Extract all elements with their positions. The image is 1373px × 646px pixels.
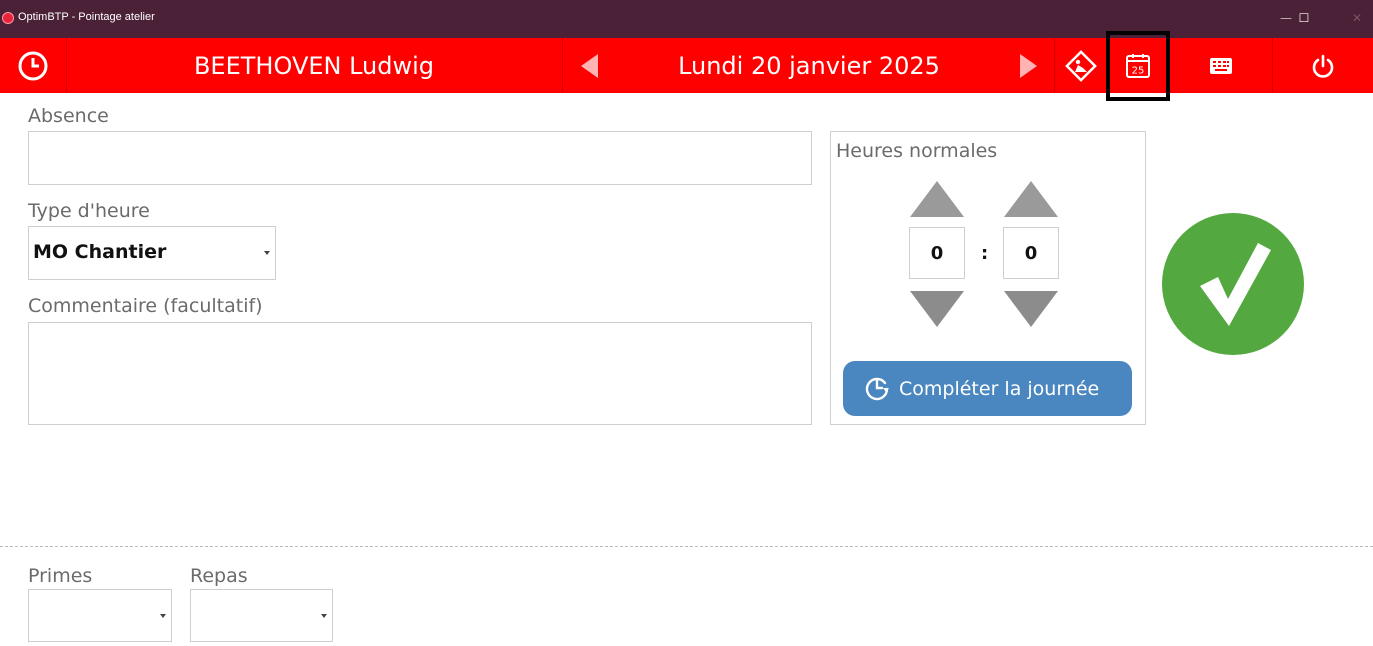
arrow-left-icon <box>581 53 598 78</box>
primes-select[interactable] <box>28 589 172 642</box>
window-title: OptimBTP - Pointage atelier <box>18 11 155 23</box>
type-heure-value: MO Chantier <box>33 241 167 263</box>
repas-select[interactable] <box>190 589 333 642</box>
hours-value[interactable]: 0 <box>909 227 965 279</box>
complete-day-button[interactable]: Compléter la journée <box>843 361 1132 416</box>
absence-label: Absence <box>28 105 109 127</box>
roadwork-sign-icon <box>1065 49 1097 82</box>
checkmark-icon <box>1200 243 1271 326</box>
maximize-button[interactable]: ☐ <box>1293 8 1315 28</box>
employee-name[interactable]: BEETHOVEN Ludwig <box>66 38 562 93</box>
time-separator: : <box>981 243 989 264</box>
next-day-button[interactable] <box>1002 38 1054 93</box>
comment-label: Commentaire (facultatif) <box>28 295 263 317</box>
comment-field[interactable] <box>28 322 812 425</box>
type-heure-label: Type d'heure <box>28 200 150 222</box>
clock-icon <box>18 51 48 80</box>
current-date[interactable]: Lundi 20 janvier 2025 <box>616 38 1002 93</box>
complete-day-label: Compléter la journée <box>899 377 1100 400</box>
arrow-right-icon <box>1019 53 1037 78</box>
close-button[interactable]: ✕ <box>1346 8 1368 28</box>
previous-day-button[interactable] <box>563 38 616 93</box>
repas-label: Repas <box>190 565 248 587</box>
selection-highlight <box>1106 31 1170 101</box>
clock-arrow-icon <box>865 377 889 401</box>
minutes-up-button[interactable] <box>1004 181 1058 217</box>
power-icon <box>1312 54 1334 78</box>
dropdown-caret-icon <box>264 251 270 255</box>
minutes-down-button[interactable] <box>1004 291 1058 327</box>
dropdown-caret-icon <box>321 614 327 618</box>
validate-button[interactable] <box>1162 213 1304 355</box>
clock-button[interactable] <box>0 38 66 93</box>
minutes-value[interactable]: 0 <box>1003 227 1059 279</box>
hours-label: Heures normales <box>836 140 998 162</box>
dropdown-caret-icon <box>160 614 166 618</box>
primes-label: Primes <box>28 565 93 587</box>
worksite-button[interactable] <box>1055 38 1107 93</box>
keyboard-icon <box>1209 57 1232 74</box>
keyboard-button[interactable] <box>1169 38 1272 93</box>
hours-down-button[interactable] <box>910 291 964 327</box>
type-heure-select[interactable]: MO Chantier <box>28 226 276 280</box>
absence-field[interactable] <box>28 131 812 185</box>
section-divider <box>0 546 1373 547</box>
power-button[interactable] <box>1273 38 1373 93</box>
app-logo-icon <box>2 12 14 24</box>
hours-up-button[interactable] <box>910 181 964 217</box>
